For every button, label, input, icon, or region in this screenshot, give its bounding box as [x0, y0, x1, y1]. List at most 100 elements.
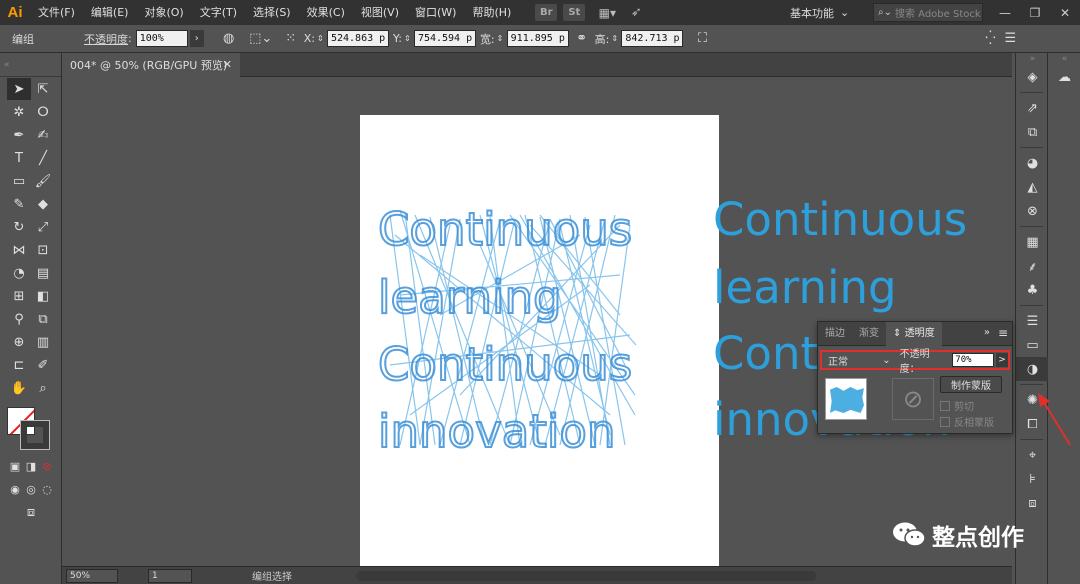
eyedropper-tool-icon[interactable]: ⚲	[7, 308, 31, 330]
menu-window[interactable]: 窗口(W)	[407, 0, 464, 25]
invert-mask-checkbox[interactable]: 反相蒙版	[940, 414, 994, 429]
menu-object[interactable]: 对象(O)	[136, 0, 191, 25]
gradient-tool-icon[interactable]: ◧	[31, 285, 55, 307]
symbol-sprayer-tool-icon[interactable]: ⊕	[7, 331, 31, 353]
menu-view[interactable]: 视图(V)	[353, 0, 407, 25]
screen-mode-icon[interactable]: ⧈	[7, 501, 55, 523]
stroke-icon[interactable]: ☰	[1016, 309, 1049, 333]
x-stepper-icon[interactable]: ⇕	[317, 34, 325, 43]
cc-libraries-icon[interactable]: ☁	[1048, 65, 1080, 89]
gradient-icon[interactable]: ▭	[1016, 333, 1049, 357]
align-panel-icon[interactable]: ⊧	[1016, 467, 1049, 491]
menu-edit[interactable]: 编辑(E)	[83, 0, 137, 25]
menu-file[interactable]: 文件(F)	[30, 0, 83, 25]
gradient-mode-icon[interactable]: ◨	[23, 455, 39, 477]
close-button[interactable]: ✕	[1050, 6, 1080, 20]
restore-button[interactable]: ❐	[1020, 6, 1050, 20]
color-icon[interactable]: ◕	[1016, 151, 1049, 175]
fill-stroke-widget[interactable]	[7, 407, 51, 450]
stock-button[interactable]: St	[563, 4, 586, 21]
bridge-button[interactable]: Br	[535, 4, 558, 21]
blend-tool-icon[interactable]: ⧉	[31, 308, 55, 330]
document-tab[interactable]: 004* @ 50% (RGB/GPU 预览) ✕	[62, 53, 240, 77]
color-guide-icon[interactable]: ◭	[1016, 175, 1049, 199]
curvature-tool-icon[interactable]: ✍	[31, 124, 55, 146]
reference-point-icon[interactable]: ⁙	[282, 30, 300, 48]
artboards-icon[interactable]: ⧉	[1016, 120, 1049, 144]
minimize-button[interactable]: —	[990, 6, 1020, 20]
constrain-proportions-icon[interactable]: ⚭	[573, 30, 591, 48]
object-thumbnail[interactable]	[825, 378, 867, 420]
hand-tool-icon[interactable]: ✋	[7, 377, 31, 399]
width-tool-icon[interactable]: ⋈	[7, 239, 31, 261]
export-icon[interactable]: ⇗	[1016, 96, 1049, 120]
selection-tool-icon[interactable]: ➤	[7, 78, 31, 100]
close-icon[interactable]: ✕	[223, 58, 232, 71]
text-continuous[interactable]: Continuous	[713, 197, 967, 242]
panel-menu-icon[interactable]: ≡	[998, 326, 1008, 340]
y-stepper-icon[interactable]: ⇕	[404, 34, 412, 43]
direct-selection-tool-icon[interactable]: ⇱	[31, 78, 55, 100]
menu-select[interactable]: 选择(S)	[245, 0, 299, 25]
text-learning[interactable]: learning	[713, 265, 897, 310]
perspective-grid-tool-icon[interactable]: ▤	[31, 262, 55, 284]
rotate-tool-icon[interactable]: ↻	[7, 216, 31, 238]
stroke-swatch[interactable]	[20, 420, 50, 450]
column-graph-tool-icon[interactable]: ▥	[31, 331, 55, 353]
panel-opacity-arrow[interactable]: >	[996, 353, 1008, 367]
tab-transparency[interactable]: ⇕ 透明度	[886, 321, 942, 346]
dock-expand-icon[interactable]: »	[1016, 53, 1049, 65]
menu-type[interactable]: 文字(T)	[192, 0, 245, 25]
pen-tool-icon[interactable]: ✒	[7, 124, 31, 146]
height-input[interactable]: 842.713 p	[621, 30, 684, 47]
width-input[interactable]: 911.895 p	[506, 30, 569, 47]
transform-icon[interactable]: ⛶	[693, 30, 711, 48]
lasso-tool-icon[interactable]: ⵔ	[31, 101, 55, 123]
workspace-switcher[interactable]: 基本功能 ⌄	[790, 0, 849, 25]
recolor-icon[interactable]: ⊗	[1016, 199, 1049, 223]
horizontal-scrollbar[interactable]	[356, 570, 816, 581]
opacity-label[interactable]: 不透明度	[84, 31, 128, 47]
zoom-select[interactable]: 50%	[66, 568, 118, 583]
opacity-arrow-button[interactable]: ›	[189, 30, 204, 47]
type-tool-icon[interactable]: T	[7, 147, 31, 169]
shape-builder-tool-icon[interactable]: ◔	[7, 262, 31, 284]
slice-tool-icon[interactable]: ✐	[31, 354, 55, 376]
zoom-tool-icon[interactable]: ⌕	[31, 377, 55, 399]
stock-search-input[interactable]: ⌕⌄ 搜索 Adobe Stock	[873, 3, 983, 22]
opacity-input[interactable]: 100%	[135, 30, 188, 47]
line-tool-icon[interactable]: ╱	[31, 147, 55, 169]
height-stepper-icon[interactable]: ⇕	[611, 34, 619, 43]
clip-checkbox[interactable]: 剪切	[940, 398, 974, 413]
eraser-tool-icon[interactable]: ◆	[31, 193, 55, 215]
transform-panel-icon[interactable]: ⌖	[1016, 443, 1049, 467]
color-mode-icon[interactable]: ▣	[7, 455, 23, 477]
shaper-tool-icon[interactable]: ✎	[7, 193, 31, 215]
menu-effect[interactable]: 效果(C)	[299, 0, 353, 25]
free-transform-tool-icon[interactable]: ⊡	[31, 239, 55, 261]
libraries-expand-icon[interactable]: «	[1048, 53, 1080, 65]
graphic-styles-icon[interactable]: ⧠	[1016, 412, 1049, 436]
none-mode-icon[interactable]: ⊘	[39, 455, 55, 477]
appearance-icon[interactable]: ✺	[1016, 388, 1049, 412]
collapse-icon[interactable]: »	[984, 327, 990, 338]
symbols-icon[interactable]: ♣	[1016, 278, 1049, 302]
pathfinder-icon[interactable]: ⧈	[1016, 491, 1049, 515]
width-stepper-icon[interactable]: ⇕	[497, 34, 505, 43]
y-input[interactable]: 754.594 p	[413, 30, 476, 47]
mesh-tool-icon[interactable]: ⊞	[7, 285, 31, 307]
magic-wand-tool-icon[interactable]: ✲	[7, 101, 31, 123]
arrange-grid-icon[interactable]: ⁛	[981, 30, 999, 48]
page-field[interactable]: 1	[148, 568, 192, 583]
panel-options-icon[interactable]: ☰	[1001, 30, 1019, 48]
draw-inside-icon[interactable]: ◌	[39, 478, 55, 500]
draw-normal-icon[interactable]: ◉	[7, 478, 23, 500]
tab-stroke[interactable]: 描边	[818, 322, 852, 346]
rectangle-tool-icon[interactable]: ▭	[7, 170, 31, 192]
gpu-performance-icon[interactable]: ➶	[625, 4, 647, 21]
transparency-icon[interactable]: ◑	[1016, 357, 1049, 381]
paintbrush-tool-icon[interactable]: 🖌	[31, 170, 55, 192]
scale-tool-icon[interactable]: ⤢	[31, 216, 55, 238]
layers-icon[interactable]: ◈	[1016, 65, 1049, 89]
menu-help[interactable]: 帮助(H)	[464, 0, 519, 25]
